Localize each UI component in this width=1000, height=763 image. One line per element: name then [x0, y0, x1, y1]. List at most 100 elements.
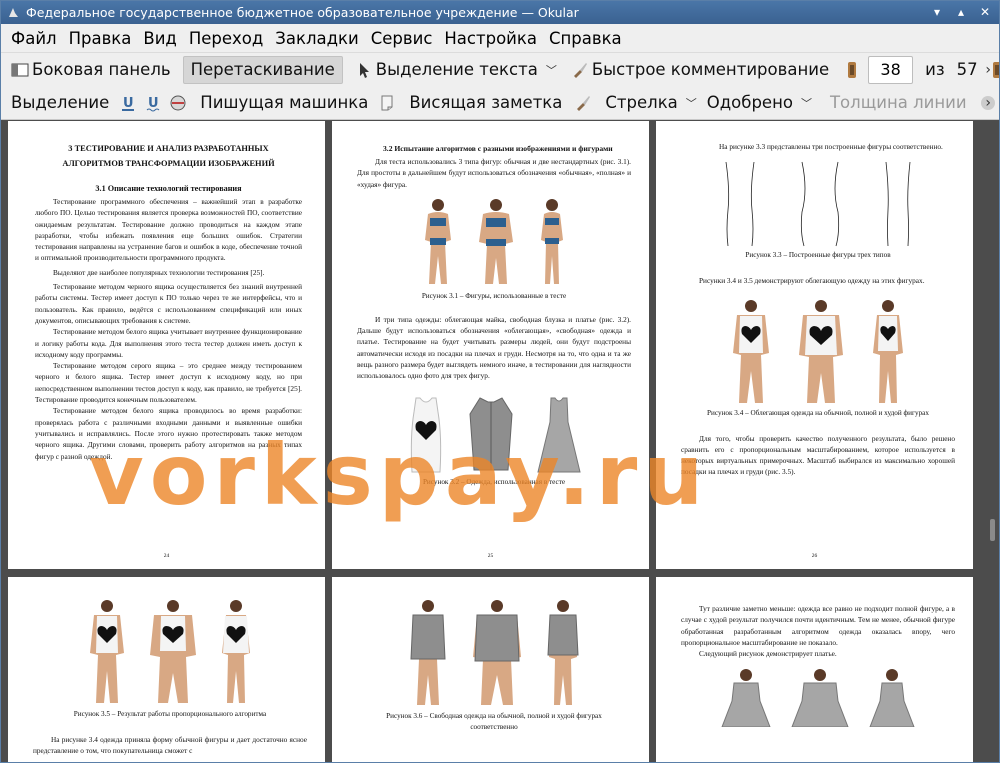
highlight-button[interactable]: Выделение: [1, 89, 113, 117]
arrow-label: Стрелка: [605, 93, 678, 112]
figure-loose-clothing: [357, 595, 631, 709]
figure-model-image: [541, 198, 563, 284]
strikeout-icon[interactable]: [169, 94, 187, 112]
figure-caption: Рисунок 3.6 – Свободная одежда на обычно…: [386, 712, 602, 720]
page-24: 3 ТЕСТИРОВАНИЕ И АНАЛИЗ РАЗРАБОТАННЫХ АЛ…: [8, 121, 325, 569]
chapter-heading-line2: АЛГОРИТМОВ ТРАНСФОРМАЦИИ ИЗОБРАЖЕНИЙ: [62, 159, 275, 168]
squiggle-icon[interactable]: U: [144, 94, 162, 112]
vertical-scrollbar[interactable]: [987, 121, 999, 762]
paragraph: Для того, чтобы проверить качество получ…: [681, 433, 955, 477]
figure-model-image: [799, 299, 843, 403]
scrollbar-thumb[interactable]: [990, 519, 995, 541]
toolbar-overflow-icon[interactable]: ›: [985, 95, 991, 111]
section-heading: 3.1 Описание технологий тестирования: [95, 184, 242, 193]
blouse-image: [469, 397, 513, 471]
paragraph: Следующий рисунок демонстрирует платье.: [699, 649, 837, 659]
paragraph: И три типа одежды: облегающая майка, сво…: [357, 314, 631, 381]
menu-bar: Файл Правка Вид Переход Закладки Сервис …: [1, 24, 999, 52]
paragraph: Тестирование программного обеспечения – …: [35, 197, 302, 263]
toolbar-overflow-icon[interactable]: ›: [985, 62, 991, 78]
outline-shape-image: [885, 162, 911, 247]
chevron-down-icon[interactable]: ﹀: [801, 95, 812, 111]
paragraph: Для теста использовались 3 типа фигур: о…: [357, 157, 631, 189]
page-27: Рисунок 3.5 – Результат работы пропорцио…: [8, 577, 325, 762]
next-page-icon[interactable]: [990, 61, 999, 79]
figure-model-image: [721, 669, 771, 728]
sticky-note-label: Висящая заметка: [409, 93, 563, 112]
page-number: 26: [811, 553, 818, 559]
underline-icon[interactable]: U: [119, 94, 137, 112]
figure-model-image: [90, 600, 124, 703]
figure-caption: Рисунок 3.4 – Облегающая одежда на обычн…: [707, 408, 929, 417]
chevron-down-icon[interactable]: ﹀: [546, 62, 557, 78]
close-icon[interactable]: ✕: [977, 4, 993, 20]
figure-model-image: [479, 198, 513, 284]
sidebar-button[interactable]: Боковая панель: [1, 56, 175, 84]
line-width-label: Толщина линии: [829, 93, 967, 112]
menu-tools[interactable]: Сервис: [365, 29, 439, 48]
menu-go[interactable]: Переход: [183, 29, 269, 48]
outline-shape-image: [800, 162, 840, 247]
sticky-note-button[interactable]: Висящая заметка: [405, 89, 566, 117]
figure-caption: Рисунок 3.2 – Одежда, использованная в т…: [422, 477, 566, 486]
paragraph: Выделяют две наиболее популярных техноло…: [53, 267, 265, 277]
text-select-button[interactable]: Выделение текста ﹀: [351, 56, 561, 84]
menu-help[interactable]: Справка: [543, 29, 628, 48]
figure-caption: Рисунок 3.3 – Построенные фигуры трех ти…: [745, 251, 891, 260]
note-icon[interactable]: [378, 94, 396, 112]
figure-body-types: [357, 196, 631, 288]
figure-outline-shapes: [681, 158, 955, 248]
paragraph: Рисунки 3.4 и 3.5 демонстрируют облегающ…: [699, 276, 925, 286]
stamp-button[interactable]: Одобрено ﹀: [703, 89, 816, 117]
document-viewer[interactable]: 3 ТЕСТИРОВАНИЕ И АНАЛИЗ РАЗРАБОТАННЫХ АЛ…: [1, 121, 999, 762]
figure-model-image: [222, 600, 250, 703]
minimize-icon[interactable]: ▾: [929, 4, 945, 20]
menu-file[interactable]: Файл: [1, 29, 63, 48]
line-width-button[interactable]: Толщина линии: [826, 89, 971, 117]
figure-caption: Рисунок 3.1 – Фигуры, использованные в т…: [421, 291, 567, 300]
main-toolbar: Боковая панель Перетаскивание Выделение …: [1, 52, 999, 86]
drag-mode-label: Перетаскивание: [190, 60, 335, 79]
drag-mode-button[interactable]: Перетаскивание: [182, 55, 343, 84]
tank-top-image: [410, 397, 442, 473]
brush-icon[interactable]: [574, 94, 592, 112]
typewriter-label: Пишущая машинка: [200, 93, 369, 112]
arrow-button[interactable]: Стрелка ﹀: [601, 89, 700, 117]
menu-bookmarks[interactable]: Закладки: [269, 29, 364, 48]
title-bar: Федеральное государственное бюджетное об…: [1, 1, 999, 24]
section-heading: 3.2 Испытание алгоритмов с разными изобр…: [383, 144, 613, 153]
menu-settings[interactable]: Настройка: [438, 29, 543, 48]
figure-model-image: [733, 299, 769, 403]
previous-page-icon[interactable]: [845, 61, 859, 79]
figure-model-image: [425, 198, 451, 284]
figure-model-image: [869, 669, 915, 728]
page-26: На рисунке 3.3 представлены три построен…: [656, 121, 973, 569]
paragraph: Тестирование методом белого ящика учитыв…: [35, 327, 302, 359]
chapter-heading-line1: 3 ТЕСТИРОВАНИЕ И АНАЛИЗ РАЗРАБОТАННЫХ: [68, 144, 269, 153]
menu-edit[interactable]: Правка: [63, 29, 138, 48]
dress-image: [537, 397, 581, 473]
page-number: 25: [487, 553, 494, 559]
page-25: 3.2 Испытание алгоритмов с разными изобр…: [332, 121, 649, 569]
annotation-toolbar: Выделение U U Пишущая машинка Висящая за…: [1, 86, 999, 120]
outline-shape-image: [725, 162, 755, 247]
paragraph: На рисунке 3.4 одежда приняла форму обыч…: [33, 735, 307, 756]
quick-comment-label: Быстрое комментирование: [591, 60, 830, 79]
paragraph: На рисунке 3.3 представлены три построен…: [719, 142, 943, 151]
figure-model-image: [410, 600, 446, 705]
figure-model-image: [791, 669, 849, 728]
page-number-input[interactable]: [868, 55, 914, 84]
figure-clothing: [357, 392, 631, 474]
page-number: 24: [163, 553, 170, 559]
paragraph: Тестирование методом белого ящика провод…: [35, 406, 302, 461]
brush-icon: [571, 61, 589, 79]
chevron-down-icon[interactable]: ﹀: [686, 95, 697, 111]
menu-view[interactable]: Вид: [137, 29, 182, 48]
figure-model-image: [873, 299, 903, 403]
paragraph: Тут различие заметно меньше: одежда все …: [681, 604, 955, 647]
quick-comment-button[interactable]: Быстрое комментирование: [567, 56, 833, 84]
figure-dress: [681, 667, 955, 728]
sidebar-icon: [11, 61, 29, 79]
maximize-icon[interactable]: ▴: [953, 4, 969, 20]
typewriter-button[interactable]: Пишущая машинка: [196, 89, 372, 117]
